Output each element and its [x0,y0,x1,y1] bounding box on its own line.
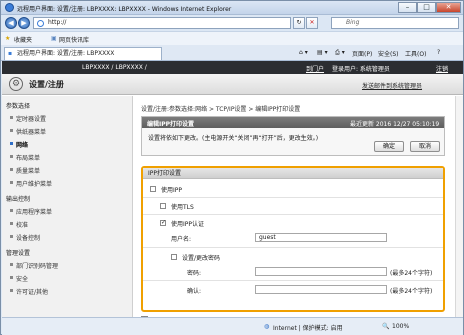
device-name: LBPXXXX / LBPXXXX / [82,64,147,71]
tab-remote-ui[interactable]: ▪ 远程用户界面: 设置/注册: LBPXXXX [4,47,162,60]
stop-icon[interactable]: ✕ [306,17,318,29]
home-icon[interactable]: ⌂ ▾ [299,49,308,56]
address-bar: ◀ ▶ http:// ↻ ✕ Bing [1,15,463,31]
sidebar: 参数选择 定时器设置 供纸器菜单 网络 布局菜单 质量菜单 用户维护菜单 输出控… [2,96,133,317]
set-password-label: 设置/更改密码 [182,255,221,262]
breadcrumb: 设置/注册:参数选择:网络 > TCP/IP设置 > 编辑IPP打印设置 [141,106,301,113]
password-hint: (最多24个字符) [390,270,433,277]
help-menu[interactable]: ? [437,49,440,56]
search-field[interactable]: Bing [331,17,459,29]
sidebar-item-network[interactable]: 网络 [9,140,28,149]
password-label: 密码: [187,270,202,277]
sidebar-group-preferences: 参数选择 [6,103,31,110]
username-label: 用户名: [171,236,192,243]
title-bar: 远程用户界面: 设置/注册: LBPXXXX: LBPXXXX - Window… [1,1,463,15]
ok-button[interactable]: 确定 [374,141,404,152]
sidebar-item-license[interactable]: 许可证/其他 [9,287,48,296]
row-divider [143,280,443,281]
confirm-hint: (最多24个字符) [390,288,433,295]
password-input[interactable] [255,267,387,276]
sidebar-item-device-control[interactable]: 设备控制 [9,233,40,242]
tab-label: 远程用户界面: 设置/注册: LBPXXXX [17,50,115,57]
vertical-scrollbar[interactable] [455,96,463,317]
sidebar-item-calibration[interactable]: 校准 [9,220,28,229]
page-title: 设置/注册 [29,80,64,89]
row-divider [143,214,443,215]
page-menu[interactable]: 页面(P) [352,49,372,58]
set-password-checkbox[interactable] [171,254,177,260]
feeds-icon[interactable]: ▤ ▾ [317,49,328,56]
safety-menu[interactable]: 安全(S) [378,49,399,58]
confirm-label: 确认: [187,288,202,295]
tools-menu[interactable]: 工具(O) [405,49,426,58]
sidebar-item-paper-source[interactable]: 供纸器菜单 [9,127,46,136]
use-ipp-checkbox[interactable] [150,186,156,192]
sidebar-item-timer[interactable]: 定时器设置 [9,114,46,123]
username-input[interactable]: guest [255,233,387,242]
back-icon[interactable]: ◀ [5,17,17,29]
main-content: 设置/注册:参数选择:网络 > TCP/IP设置 > 编辑IPP打印设置 编辑I… [141,96,457,317]
webslice-gallery-link[interactable]: 网页快讯库 [59,35,89,44]
panel-title: 编辑IPP打印设置 [147,121,195,128]
sidebar-item-application[interactable]: 应用程序菜单 [9,207,52,216]
print-icon[interactable]: ⎙ ▾ [335,49,345,57]
sidebar-group-management: 管理设置 [6,250,31,257]
sidebar-item-user-maintenance[interactable]: 用户维护菜单 [9,179,52,188]
login-user: 登录用户: 系统管理员 [332,66,390,73]
ipp-section-title: IPP打印设置 [143,168,443,179]
feed-icon: ▣ [51,35,57,42]
mail-admin-link[interactable]: 发送邮件到系统管理员 [362,81,422,90]
use-ipp-label: 使用IPP [161,187,183,194]
favorites-bar: ★ 收藏夹 ▣ 网页快讯库 [1,31,463,45]
zoom-level[interactable]: 100% [392,323,409,330]
zoom-icon[interactable]: 🔍 [382,323,389,330]
refresh-icon[interactable]: ↻ [293,17,305,29]
logout-link[interactable]: 注销 [436,64,448,73]
url-text: http:// [48,19,67,26]
zone-text: Internet | 保护模式: 启用 [273,325,343,332]
sidebar-group-output: 输出控制 [6,196,31,203]
favorites-star-icon: ★ [5,35,11,42]
panel-note: 设置将依如下更改。(主电源开关“关闭”再“打开”后，更改生效。) [148,135,319,142]
browser-window: 远程用户界面: 设置/注册: LBPXXXX: LBPXXXX - Window… [0,0,464,335]
device-header: LBPXXXX / LBPXXXX / 到门户 登录用户: 系统管理员 注销 [2,61,463,74]
sidebar-item-department-id[interactable]: 部门识别码管理 [9,261,58,270]
favorites-button[interactable]: 收藏夹 [14,35,32,44]
settings-gear-icon: ⚙ [9,77,23,91]
edit-panel: 编辑IPP打印设置 最近更新 2016 12/27 05:10:19 设置将依如… [141,116,445,156]
sidebar-item-quality[interactable]: 质量菜单 [9,166,40,175]
sidebar-item-layout[interactable]: 布局菜单 [9,153,40,162]
window-title: 远程用户界面: 设置/注册: LBPXXXX: LBPXXXX - Window… [17,6,232,13]
minimize-button[interactable]: – [398,2,417,13]
panel-header: 编辑IPP打印设置 最近更新 2016 12/27 05:10:19 [142,117,444,128]
use-ipp-auth-label: 使用IPP认证 [171,221,205,228]
use-ipp-auth-checkbox[interactable] [160,219,166,226]
status-bar: ◍ Internet | 保护模式: 启用 🔍 100% [2,317,463,335]
tab-page-icon: ▪ [8,50,13,57]
row-divider [143,197,443,198]
close-button[interactable]: ✕ [436,2,461,13]
web-page: LBPXXXX / LBPXXXX / 到门户 登录用户: 系统管理员 注销 ⚙… [2,61,463,317]
url-field[interactable]: http:// [33,17,291,29]
confirm-password-input[interactable] [255,285,387,294]
maximize-button[interactable]: □ [417,2,436,13]
portal-link[interactable]: 到门户 [306,64,324,73]
forward-icon[interactable]: ▶ [18,17,30,29]
page-header: ⚙ 设置/注册 发送邮件到系统管理员 [2,74,463,95]
sidebar-item-security[interactable]: 安全 [9,274,28,283]
internet-zone-icon: ◍ [264,323,270,330]
search-placeholder: Bing [346,19,360,26]
page-icon [37,20,44,27]
row-divider [143,247,443,248]
ipp-settings-section: IPP打印设置 使用IPP 使用TLS 使用IPP认证 用户名: guest 设… [141,166,445,312]
cancel-button[interactable]: 取消 [410,141,440,152]
use-tls-checkbox[interactable] [160,203,166,209]
use-tls-label: 使用TLS [171,204,194,211]
ie-icon [5,3,14,12]
last-updated: 最近更新 2016 12/27 05:10:19 [350,121,440,128]
tab-bar: ▪ 远程用户界面: 设置/注册: LBPXXXX ⌂ ▾ ▤ ▾ ⎙ ▾ 页面(… [1,45,463,61]
